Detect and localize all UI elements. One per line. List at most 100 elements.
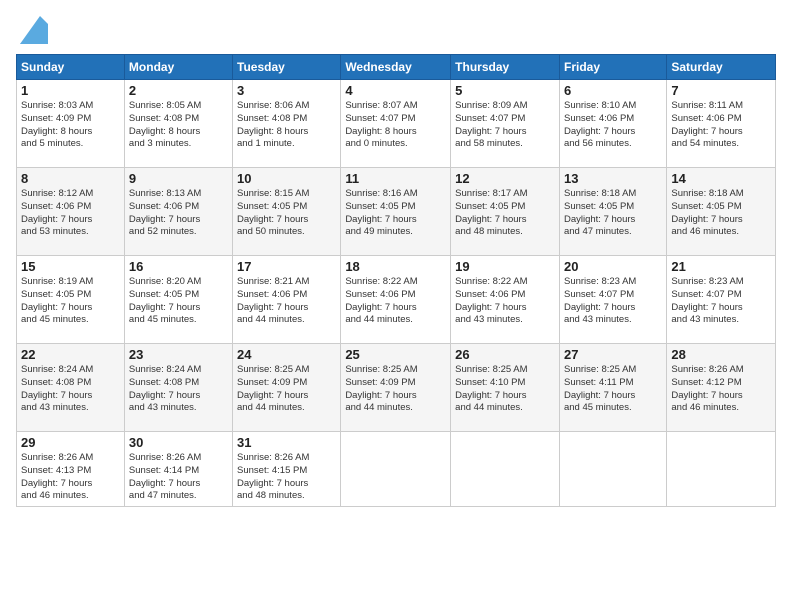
day-number: 15 bbox=[21, 259, 120, 274]
day-header-thursday: Thursday bbox=[451, 55, 560, 80]
day-info: Sunrise: 8:15 AM Sunset: 4:05 PM Dayligh… bbox=[237, 188, 336, 239]
day-number: 22 bbox=[21, 347, 120, 362]
day-info: Sunrise: 8:24 AM Sunset: 4:08 PM Dayligh… bbox=[21, 364, 120, 415]
day-info: Sunrise: 8:18 AM Sunset: 4:05 PM Dayligh… bbox=[671, 188, 771, 239]
day-info: Sunrise: 8:26 AM Sunset: 4:13 PM Dayligh… bbox=[21, 452, 120, 503]
day-info: Sunrise: 8:23 AM Sunset: 4:07 PM Dayligh… bbox=[564, 276, 662, 327]
day-info: Sunrise: 8:25 AM Sunset: 4:09 PM Dayligh… bbox=[237, 364, 336, 415]
day-info: Sunrise: 8:13 AM Sunset: 4:06 PM Dayligh… bbox=[129, 188, 228, 239]
day-info: Sunrise: 8:05 AM Sunset: 4:08 PM Dayligh… bbox=[129, 100, 228, 151]
day-info: Sunrise: 8:24 AM Sunset: 4:08 PM Dayligh… bbox=[129, 364, 228, 415]
day-header-wednesday: Wednesday bbox=[341, 55, 451, 80]
day-number: 21 bbox=[671, 259, 771, 274]
day-info: Sunrise: 8:22 AM Sunset: 4:06 PM Dayligh… bbox=[345, 276, 446, 327]
day-number: 11 bbox=[345, 171, 446, 186]
day-info: Sunrise: 8:16 AM Sunset: 4:05 PM Dayligh… bbox=[345, 188, 446, 239]
calendar-cell: 23 Sunrise: 8:24 AM Sunset: 4:08 PM Dayli… bbox=[124, 344, 232, 432]
calendar-cell: 18 Sunrise: 8:22 AM Sunset: 4:06 PM Dayli… bbox=[341, 256, 451, 344]
day-number: 6 bbox=[564, 83, 662, 98]
logo-icon bbox=[20, 16, 48, 44]
calendar-cell: 17 Sunrise: 8:21 AM Sunset: 4:06 PM Dayli… bbox=[233, 256, 341, 344]
calendar-header: SundayMondayTuesdayWednesdayThursdayFrid… bbox=[17, 55, 776, 80]
day-info: Sunrise: 8:25 AM Sunset: 4:10 PM Dayligh… bbox=[455, 364, 555, 415]
calendar-cell: 12Sunrise: 8:17 AM Sunset: 4:05 PM Dayli… bbox=[451, 168, 560, 256]
day-info: Sunrise: 8:10 AM Sunset: 4:06 PM Dayligh… bbox=[564, 100, 662, 151]
calendar-cell: 14 Sunrise: 8:18 AM Sunset: 4:05 PM Dayli… bbox=[667, 168, 776, 256]
day-number: 26 bbox=[455, 347, 555, 362]
calendar-cell bbox=[667, 432, 776, 507]
day-number: 14 bbox=[671, 171, 771, 186]
day-info: Sunrise: 8:21 AM Sunset: 4:06 PM Dayligh… bbox=[237, 276, 336, 327]
day-number: 18 bbox=[345, 259, 446, 274]
day-number: 10 bbox=[237, 171, 336, 186]
day-info: Sunrise: 8:07 AM Sunset: 4:07 PM Dayligh… bbox=[345, 100, 446, 151]
day-number: 29 bbox=[21, 435, 120, 450]
day-header-sunday: Sunday bbox=[17, 55, 125, 80]
calendar-cell: 7 Sunrise: 8:11 AM Sunset: 4:06 PM Daylig… bbox=[667, 80, 776, 168]
calendar-cell: 6 Sunrise: 8:10 AM Sunset: 4:06 PM Daylig… bbox=[559, 80, 666, 168]
day-number: 19 bbox=[455, 259, 555, 274]
day-number: 16 bbox=[129, 259, 228, 274]
calendar-cell: 27 Sunrise: 8:25 AM Sunset: 4:11 PM Dayli… bbox=[559, 344, 666, 432]
calendar-cell: 19 Sunrise: 8:22 AM Sunset: 4:06 PM Dayli… bbox=[451, 256, 560, 344]
day-info: Sunrise: 8:18 AM Sunset: 4:05 PM Dayligh… bbox=[564, 188, 662, 239]
day-info: Sunrise: 8:19 AM Sunset: 4:05 PM Dayligh… bbox=[21, 276, 120, 327]
week-row-3: 15 Sunrise: 8:19 AM Sunset: 4:05 PM Dayli… bbox=[17, 256, 776, 344]
calendar-cell: 25 Sunrise: 8:25 AM Sunset: 4:09 PM Dayli… bbox=[341, 344, 451, 432]
day-number: 23 bbox=[129, 347, 228, 362]
calendar-cell: 21 Sunrise: 8:23 AM Sunset: 4:07 PM Dayli… bbox=[667, 256, 776, 344]
day-number: 27 bbox=[564, 347, 662, 362]
calendar-cell bbox=[341, 432, 451, 507]
calendar-cell: 1Sunrise: 8:03 AM Sunset: 4:09 PM Daylig… bbox=[17, 80, 125, 168]
day-number: 13 bbox=[564, 171, 662, 186]
week-row-5: 29 Sunrise: 8:26 AM Sunset: 4:13 PM Dayli… bbox=[17, 432, 776, 507]
day-info: Sunrise: 8:20 AM Sunset: 4:05 PM Dayligh… bbox=[129, 276, 228, 327]
days-of-week-row: SundayMondayTuesdayWednesdayThursdayFrid… bbox=[17, 55, 776, 80]
day-info: Sunrise: 8:25 AM Sunset: 4:11 PM Dayligh… bbox=[564, 364, 662, 415]
day-number: 5 bbox=[455, 83, 555, 98]
calendar-body: 1Sunrise: 8:03 AM Sunset: 4:09 PM Daylig… bbox=[17, 80, 776, 507]
day-info: Sunrise: 8:17 AM Sunset: 4:05 PM Dayligh… bbox=[455, 188, 555, 239]
day-number: 25 bbox=[345, 347, 446, 362]
day-number: 8 bbox=[21, 171, 120, 186]
calendar-cell: 10 Sunrise: 8:15 AM Sunset: 4:05 PM Dayli… bbox=[233, 168, 341, 256]
calendar-cell: 31 Sunrise: 8:26 AM Sunset: 4:15 PM Dayli… bbox=[233, 432, 341, 507]
calendar-cell: 5 Sunrise: 8:09 AM Sunset: 4:07 PM Daylig… bbox=[451, 80, 560, 168]
day-info: Sunrise: 8:26 AM Sunset: 4:14 PM Dayligh… bbox=[129, 452, 228, 503]
calendar-cell: 28Sunrise: 8:26 AM Sunset: 4:12 PM Dayli… bbox=[667, 344, 776, 432]
day-info: Sunrise: 8:06 AM Sunset: 4:08 PM Dayligh… bbox=[237, 100, 336, 151]
day-number: 1 bbox=[21, 83, 120, 98]
day-number: 2 bbox=[129, 83, 228, 98]
day-number: 31 bbox=[237, 435, 336, 450]
calendar-cell bbox=[451, 432, 560, 507]
calendar-table: SundayMondayTuesdayWednesdayThursdayFrid… bbox=[16, 54, 776, 507]
calendar-cell: 29 Sunrise: 8:26 AM Sunset: 4:13 PM Dayli… bbox=[17, 432, 125, 507]
day-info: Sunrise: 8:25 AM Sunset: 4:09 PM Dayligh… bbox=[345, 364, 446, 415]
day-number: 30 bbox=[129, 435, 228, 450]
calendar-cell: 9Sunrise: 8:13 AM Sunset: 4:06 PM Daylig… bbox=[124, 168, 232, 256]
week-row-4: 22 Sunrise: 8:24 AM Sunset: 4:08 PM Dayli… bbox=[17, 344, 776, 432]
calendar-cell: 22 Sunrise: 8:24 AM Sunset: 4:08 PM Dayli… bbox=[17, 344, 125, 432]
day-number: 20 bbox=[564, 259, 662, 274]
calendar-cell: 2 Sunrise: 8:05 AM Sunset: 4:08 PM Daylig… bbox=[124, 80, 232, 168]
day-number: 28 bbox=[671, 347, 771, 362]
calendar-cell: 8Sunrise: 8:12 AM Sunset: 4:06 PM Daylig… bbox=[17, 168, 125, 256]
day-info: Sunrise: 8:26 AM Sunset: 4:15 PM Dayligh… bbox=[237, 452, 336, 503]
calendar-cell: 26 Sunrise: 8:25 AM Sunset: 4:10 PM Dayli… bbox=[451, 344, 560, 432]
week-row-2: 8Sunrise: 8:12 AM Sunset: 4:06 PM Daylig… bbox=[17, 168, 776, 256]
day-info: Sunrise: 8:11 AM Sunset: 4:06 PM Dayligh… bbox=[671, 100, 771, 151]
day-header-tuesday: Tuesday bbox=[233, 55, 341, 80]
day-number: 4 bbox=[345, 83, 446, 98]
day-info: Sunrise: 8:22 AM Sunset: 4:06 PM Dayligh… bbox=[455, 276, 555, 327]
day-number: 17 bbox=[237, 259, 336, 274]
week-row-1: 1Sunrise: 8:03 AM Sunset: 4:09 PM Daylig… bbox=[17, 80, 776, 168]
calendar-cell: 13 Sunrise: 8:18 AM Sunset: 4:05 PM Dayli… bbox=[559, 168, 666, 256]
calendar-cell: 3Sunrise: 8:06 AM Sunset: 4:08 PM Daylig… bbox=[233, 80, 341, 168]
calendar-cell: 20 Sunrise: 8:23 AM Sunset: 4:07 PM Dayli… bbox=[559, 256, 666, 344]
calendar-cell: 24Sunrise: 8:25 AM Sunset: 4:09 PM Dayli… bbox=[233, 344, 341, 432]
page-container: SundayMondayTuesdayWednesdayThursdayFrid… bbox=[0, 0, 792, 515]
calendar-cell bbox=[559, 432, 666, 507]
day-number: 7 bbox=[671, 83, 771, 98]
day-info: Sunrise: 8:09 AM Sunset: 4:07 PM Dayligh… bbox=[455, 100, 555, 151]
day-info: Sunrise: 8:23 AM Sunset: 4:07 PM Dayligh… bbox=[671, 276, 771, 327]
